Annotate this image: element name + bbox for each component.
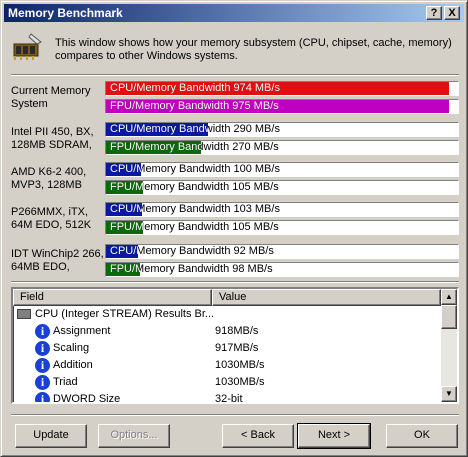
field-label: Assignment (53, 325, 111, 337)
cpu-bandwidth-bar: CPU/Memory Bandwidth 103 MB/sCPU/Memory … (105, 202, 459, 217)
cpu-icon (17, 309, 31, 319)
close-button[interactable]: X (444, 6, 460, 20)
fpu-bandwidth-bar: FPU/Memory Bandwidth 270 MB/s FPU/Memory … (105, 140, 459, 155)
list-item[interactable]: i Addition 1030MB/s (13, 357, 441, 374)
cpu-bandwidth-bar: CPU/Memory Bandwidth 100 MB/sCPU/Memory … (105, 162, 459, 177)
cpu-bandwidth-bar: CPU/Memory Bandwidth 290 MB/s CPU/Memory … (105, 122, 459, 137)
cpu-bandwidth-text-highlight: CPU/Memory Bandwidth 100 MB/s (106, 163, 141, 176)
listview-header: Field Value (13, 289, 441, 306)
list-item[interactable]: i Scaling 917MB/s (13, 340, 441, 357)
benchmark-label: Intel PII 450, BX, 128MB SDRAM, (11, 126, 94, 151)
cpu-bandwidth-text-overlay: CPU/Memory Bandwidth 92 MB/s (110, 245, 138, 257)
info-icon: i (35, 375, 50, 390)
ok-button[interactable]: OK (386, 424, 458, 448)
cpu-bandwidth-bar: CPU/Memory Bandwidth 92 MB/sCPU/Memory B… (105, 244, 459, 259)
fpu-bandwidth-text-overlay: FPU/Memory Bandwidth 105 MB/s (110, 181, 143, 193)
field-value: 917MB/s (215, 342, 259, 354)
memory-benchmark-window: Memory Benchmark ? X This window shows h… (0, 0, 468, 457)
benchmark-label: Current Memory System (11, 85, 91, 110)
fpu-bandwidth-text-highlight: FPU/Memory Bandwidth 105 MB/s (106, 221, 143, 234)
field-label: Triad (53, 376, 78, 388)
cpu-bandwidth-text-highlight: CPU/Memory Bandwidth 92 MB/s (106, 245, 138, 258)
cpu-bandwidth-text-highlight: CPU/Memory Bandwidth 974 MB/s (106, 82, 449, 95)
info-icon: i (35, 358, 50, 373)
field-value: 918MB/s (215, 325, 259, 337)
fpu-bandwidth-bar: FPU/Memory Bandwidth 105 MB/sFPU/Memory … (105, 180, 459, 195)
fpu-bandwidth-text-highlight: FPU/Memory Bandwidth 105 MB/s (106, 181, 143, 194)
cpu-bandwidth-text-highlight: CPU/Memory Bandwidth 103 MB/s (106, 203, 142, 216)
separator (11, 74, 459, 76)
column-header-value[interactable]: Value (212, 289, 441, 306)
cpu-bandwidth-bar: CPU/Memory Bandwidth 974 MB/s CPU/Memory … (105, 81, 459, 96)
scroll-down-arrow-icon[interactable]: ▼ (441, 386, 457, 402)
next-button[interactable]: Next > (297, 423, 371, 449)
fpu-bandwidth-text-overlay: FPU/Memory Bandwidth 270 MB/s (110, 141, 201, 153)
help-button[interactable]: ? (426, 6, 442, 20)
separator-bottom (11, 414, 459, 416)
benchmark-label: IDT WinChip2 266, 64MB EDO, (11, 248, 104, 273)
info-icon: i (35, 341, 50, 356)
field-value: 32-bit (215, 393, 243, 404)
field-value: 1030MB/s (215, 359, 265, 371)
cpu-bandwidth-text-highlight: CPU/Memory Bandwidth 290 MB/s (106, 123, 208, 136)
separator-results (11, 281, 459, 283)
fpu-bandwidth-text-overlay: FPU/Memory Bandwidth 98 MB/s (110, 263, 140, 275)
intro-description: This window shows how your memory subsys… (55, 37, 452, 62)
list-item[interactable]: i DWORD Size 32-bit (13, 391, 441, 404)
fpu-bandwidth-text-highlight: FPU/Memory Bandwidth 98 MB/s (106, 263, 140, 276)
back-button[interactable]: < Back (222, 424, 294, 448)
fpu-bandwidth-bar: FPU/Memory Bandwidth 105 MB/sFPU/Memory … (105, 220, 459, 235)
field-label: Addition (53, 359, 93, 371)
benchmark-label: P266MMX, iTX, 64M EDO, 512K (11, 206, 92, 231)
scroll-up-arrow-icon[interactable]: ▲ (441, 289, 457, 305)
fpu-bandwidth-text-highlight: FPU/Memory Bandwidth 975 MB/s (106, 100, 449, 113)
cpu-bandwidth-text-overlay: CPU/Memory Bandwidth 100 MB/s (110, 163, 141, 175)
fpu-bandwidth-bar: FPU/Memory Bandwidth 975 MB/s FPU/Memory … (105, 99, 459, 114)
benchmark-label: AMD K6-2 400, MVP3, 128MB (11, 166, 87, 191)
fpu-bandwidth-text-overlay: FPU/Memory Bandwidth 105 MB/s (110, 221, 143, 233)
vertical-scrollbar[interactable]: ▲ ▼ (441, 289, 457, 402)
cpu-bandwidth-text-overlay: CPU/Memory Bandwidth 103 MB/s (110, 203, 142, 215)
info-icon: i (35, 392, 50, 402)
column-header-field[interactable]: Field (13, 289, 212, 306)
window-title: Memory Benchmark (8, 6, 123, 20)
title-bar[interactable]: Memory Benchmark ? X (4, 4, 464, 22)
field-value: 1030MB/s (215, 376, 265, 388)
field-label: DWORD Size (53, 393, 121, 404)
cpu-bandwidth-text-overlay: CPU/Memory Bandwidth 974 MB/s (110, 82, 280, 94)
field-label: Scaling (53, 342, 90, 354)
group-label: CPU (Integer STREAM) Results Br... (35, 308, 215, 320)
cpu-bandwidth-text-overlay: CPU/Memory Bandwidth 290 MB/s (110, 123, 208, 135)
update-button[interactable]: Update (15, 424, 87, 448)
fpu-bandwidth-text-highlight: FPU/Memory Bandwidth 270 MB/s (106, 141, 201, 154)
list-item[interactable]: i Triad 1030MB/s (13, 374, 441, 391)
listview-rows: CPU (Integer STREAM) Results Br... i Assi… (13, 306, 441, 404)
fpu-bandwidth-text-overlay: FPU/Memory Bandwidth 975 MB/s (110, 100, 279, 112)
options-button[interactable]: Options... (98, 424, 170, 448)
list-item-group[interactable]: CPU (Integer STREAM) Results Br... (13, 306, 441, 323)
scroll-thumb[interactable] (441, 305, 457, 329)
fpu-bandwidth-bar: FPU/Memory Bandwidth 98 MB/sFPU/Memory B… (105, 262, 459, 277)
list-item[interactable]: i Assignment 918MB/s (13, 323, 441, 340)
memory-chip-icon (13, 33, 42, 60)
results-listview[interactable]: Field Value CPU (Integer STREAM) Results… (11, 287, 459, 404)
info-icon: i (35, 324, 50, 339)
